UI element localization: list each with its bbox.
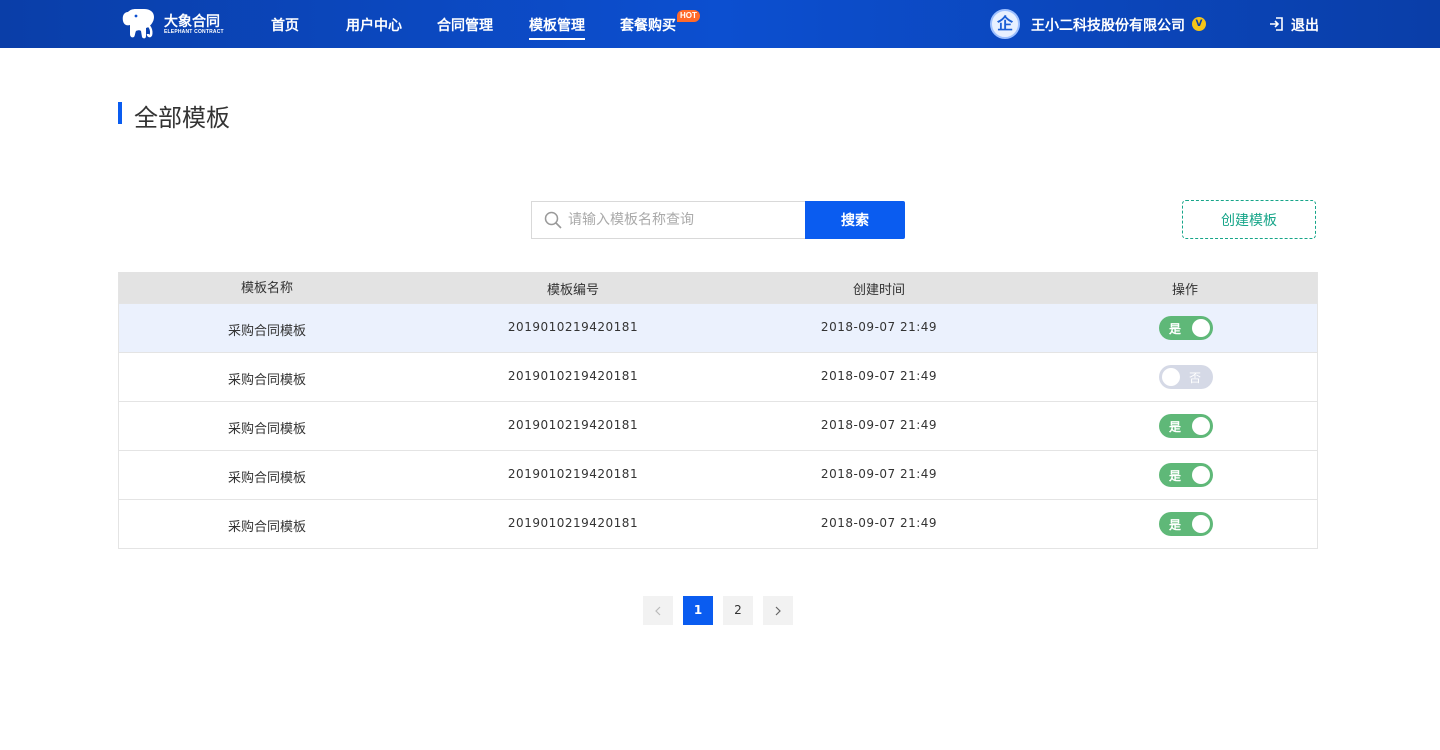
cell-template-code: 2019010219420181 (507, 467, 639, 481)
nav-contract-management[interactable]: 合同管理 (437, 15, 493, 35)
toggle-label: 是 (1169, 518, 1182, 532)
enable-toggle[interactable]: 是 (1159, 316, 1213, 340)
chevron-left-icon (655, 606, 661, 615)
company-name[interactable]: 王小二科技股份有限公司 (1031, 15, 1185, 35)
enable-toggle[interactable]: 是 (1159, 463, 1213, 487)
cell-created-time: 2018-09-07 21:49 (820, 320, 938, 334)
column-header-action: 操作 (1171, 283, 1199, 298)
cell-created-time: 2018-09-07 21:49 (820, 369, 938, 383)
page-title: 全部模板 (134, 104, 230, 132)
enable-toggle[interactable]: 是 (1159, 414, 1213, 438)
search-button[interactable]: 搜索 (805, 201, 905, 239)
cell-template-name: 采购合同模板 (227, 373, 307, 388)
logo[interactable]: 大象合同 ELEPHANT CONTRACT (122, 8, 224, 40)
toggle-knob (1192, 466, 1210, 484)
enable-toggle[interactable]: 否 (1159, 365, 1213, 389)
nav-user-center[interactable]: 用户中心 (346, 15, 402, 35)
cell-created-time: 2018-09-07 21:49 (820, 418, 938, 432)
table-row[interactable]: 采购合同模板 2019010219420181 2018-09-07 21:49… (119, 499, 1317, 548)
page-button-2[interactable]: 2 (723, 596, 753, 625)
toggle-knob (1162, 368, 1180, 386)
toggle-label: 否 (1189, 371, 1202, 385)
column-header-code: 模板编号 (546, 283, 600, 298)
hot-badge: HOT (677, 10, 700, 22)
brand-name: 大象合同 (164, 14, 220, 30)
cell-template-name: 采购合同模板 (227, 324, 307, 339)
table-row[interactable]: 采购合同模板 2019010219420181 2018-09-07 21:49… (119, 450, 1317, 499)
toggle-label: 是 (1169, 469, 1182, 483)
cell-template-code: 2019010219420181 (507, 320, 639, 334)
table-row[interactable]: 采购合同模板 2019010219420181 2018-09-07 21:49… (119, 303, 1317, 352)
cell-created-time: 2018-09-07 21:49 (820, 467, 938, 481)
logout-button[interactable]: 退出 (1269, 15, 1319, 35)
page-button-1[interactable]: 1 (683, 596, 713, 625)
toggle-knob (1192, 417, 1210, 435)
toggle-knob (1192, 515, 1210, 533)
chevron-right-icon (775, 606, 781, 615)
vip-badge-icon: V (1192, 17, 1206, 31)
nav-home[interactable]: 首页 (271, 15, 299, 35)
brand-subtitle: ELEPHANT CONTRACT (164, 29, 224, 35)
create-template-button[interactable]: 创建模板 (1182, 200, 1316, 239)
company-avatar[interactable]: 企 (990, 9, 1020, 39)
logout-icon (1270, 17, 1283, 31)
next-page-button[interactable] (763, 596, 793, 625)
nav-package-purchase[interactable]: 套餐购买 (620, 15, 676, 35)
cell-template-name: 采购合同模板 (227, 422, 307, 437)
title-accent-bar (118, 102, 122, 124)
search-box (531, 201, 806, 239)
enable-toggle[interactable]: 是 (1159, 512, 1213, 536)
column-header-created: 创建时间 (852, 283, 906, 298)
cell-template-code: 2019010219420181 (507, 418, 639, 432)
cell-template-code: 2019010219420181 (507, 369, 639, 383)
cell-created-time: 2018-09-07 21:49 (820, 516, 938, 530)
cell-template-name: 采购合同模板 (227, 520, 307, 535)
nav-template-management[interactable]: 模板管理 (529, 15, 585, 40)
table-header: 模板名称 模板编号 创建时间 操作 (119, 272, 1317, 303)
top-navbar: 大象合同 ELEPHANT CONTRACT 首页 用户中心 合同管理 模板管理… (0, 0, 1440, 48)
template-table: 模板名称 模板编号 创建时间 操作 采购合同模板 201901021942018… (118, 272, 1318, 549)
cell-template-code: 2019010219420181 (507, 516, 639, 530)
toggle-label: 是 (1169, 322, 1182, 336)
prev-page-button[interactable] (643, 596, 673, 625)
elephant-logo-icon (122, 9, 154, 39)
table-row[interactable]: 采购合同模板 2019010219420181 2018-09-07 21:49… (119, 401, 1317, 450)
column-header-name: 模板名称 (240, 281, 294, 296)
toggle-knob (1192, 319, 1210, 337)
toggle-label: 是 (1169, 420, 1182, 434)
cell-template-name: 采购合同模板 (227, 471, 307, 486)
logout-label: 退出 (1291, 18, 1319, 34)
search-icon (544, 211, 562, 229)
table-row[interactable]: 采购合同模板 2019010219420181 2018-09-07 21:49… (119, 352, 1317, 401)
search-input[interactable] (568, 202, 803, 238)
